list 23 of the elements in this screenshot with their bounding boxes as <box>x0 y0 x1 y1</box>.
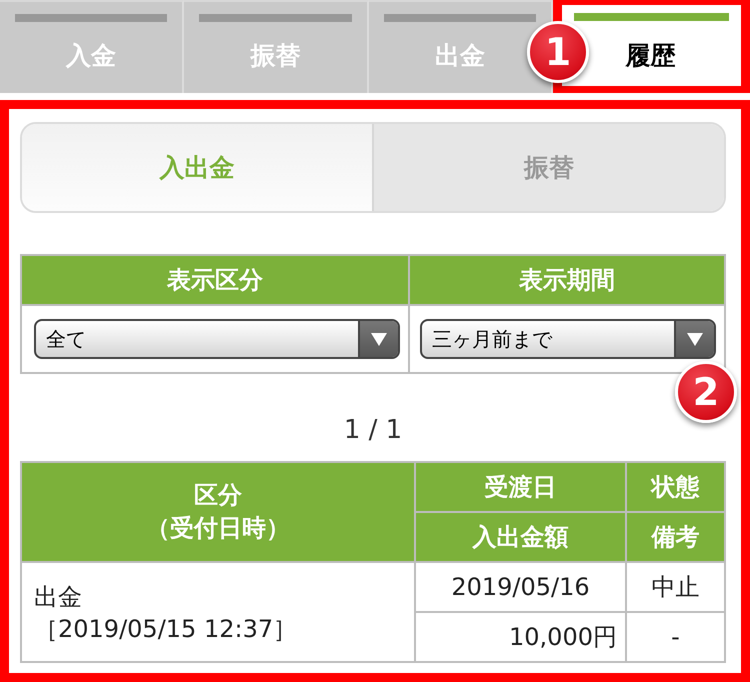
filter-header-cell: 表示区分 <box>21 255 409 305</box>
segment-tab[interactable]: 振替 <box>372 124 724 211</box>
table-cell: 中止 <box>626 562 725 612</box>
transaction-type: 出金 <box>34 582 82 613</box>
callout-number-badge: 2 <box>675 361 737 423</box>
received-timestamp: ［2019/05/15 12:37］ <box>34 614 298 645</box>
column-header: 状態 <box>626 462 725 512</box>
column-header: 入出金額 <box>415 512 626 562</box>
table-cell: - <box>626 612 725 662</box>
column-header: 受渡日 <box>415 462 626 512</box>
column-header-line: （受付日時） <box>145 513 291 544</box>
dropdown-select[interactable]: 三ヶ月前まで <box>420 319 716 359</box>
column-header-line: 区分 <box>193 480 243 511</box>
table-cell: 2019/05/16 <box>415 562 626 612</box>
dropdown-triangle-icon <box>687 332 703 346</box>
tab[interactable]: 履歴 <box>613 35 688 76</box>
dropdown-triangle-icon <box>371 332 387 346</box>
filter-header-cell: 表示期間 <box>409 255 725 305</box>
table-cell: 10,000円 <box>415 612 626 662</box>
page-counter: 1 / 1 <box>344 417 402 447</box>
dropdown-select[interactable]: 全て <box>34 319 400 359</box>
segment-tab[interactable]: 入出金 <box>22 124 372 211</box>
column-header: 備考 <box>626 512 725 562</box>
